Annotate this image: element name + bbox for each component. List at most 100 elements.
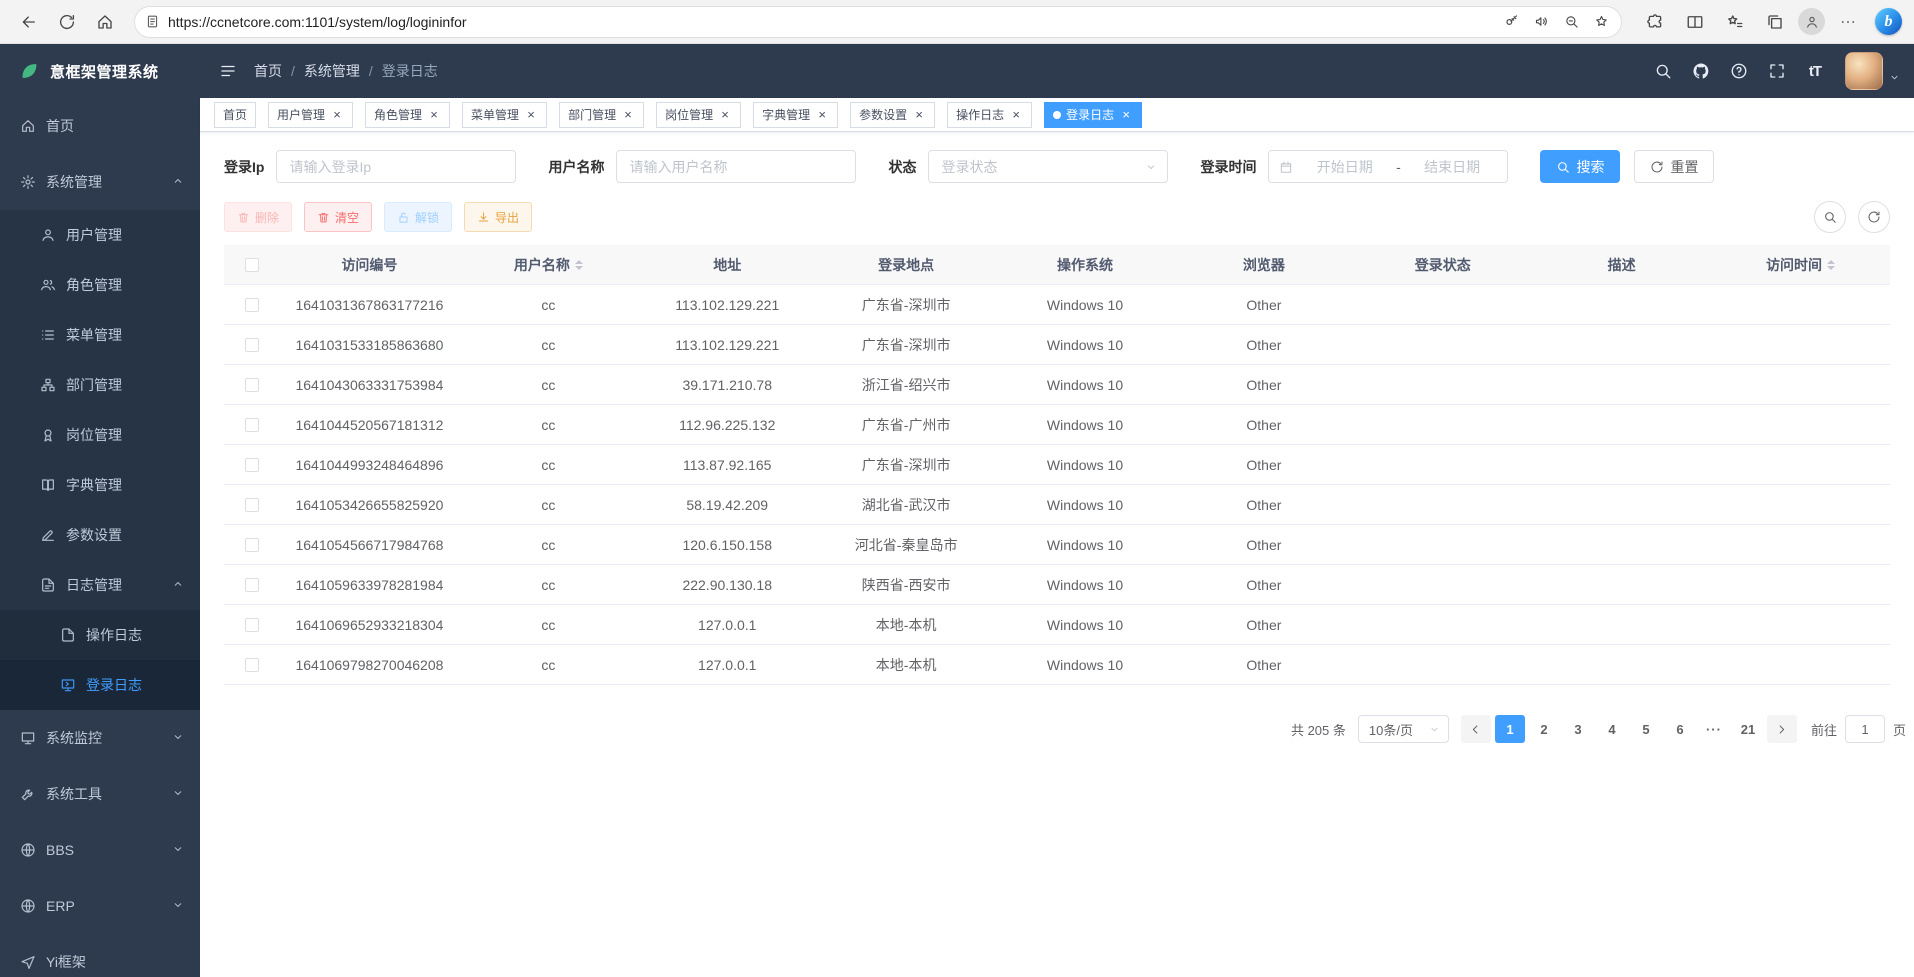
- select-all-checkbox[interactable]: [245, 258, 259, 272]
- sidebar-item-system[interactable]: 系统管理: [0, 154, 200, 210]
- clear-button[interactable]: 清空: [304, 202, 372, 232]
- extensions-icon[interactable]: [1638, 5, 1672, 39]
- tab-config[interactable]: 参数设置×: [850, 102, 935, 128]
- sidebar-item-yiframe[interactable]: Yi框架: [0, 934, 200, 977]
- tab-home[interactable]: 首页: [214, 102, 256, 128]
- browser-menu-icon[interactable]: [1831, 5, 1865, 39]
- sidebar-item-role[interactable]: 角色管理: [0, 260, 200, 310]
- row-checkbox[interactable]: [245, 458, 259, 472]
- page-button-3[interactable]: 3: [1563, 715, 1593, 743]
- page-button-5[interactable]: 5: [1631, 715, 1661, 743]
- table-row[interactable]: 1641059633978281984cc222.90.130.18陕西省-西安…: [224, 565, 1890, 605]
- browser-profile-avatar[interactable]: [1798, 8, 1825, 35]
- tab-close-icon[interactable]: ×: [427, 108, 441, 122]
- tab-close-icon[interactable]: ×: [330, 108, 344, 122]
- row-checkbox[interactable]: [245, 298, 259, 312]
- column-header-user[interactable]: 用户名称: [459, 245, 638, 284]
- tab-close-icon[interactable]: ×: [621, 108, 635, 122]
- table-row[interactable]: 1641044520567181312cc112.96.225.132广东省-广…: [224, 405, 1890, 445]
- zoom-out-icon[interactable]: [1557, 8, 1585, 36]
- tab-operlog[interactable]: 操作日志×: [947, 102, 1032, 128]
- sidebar-item-home[interactable]: 首页: [0, 98, 200, 154]
- page-size-select[interactable]: 10条/页: [1358, 715, 1449, 743]
- url-text[interactable]: https://ccnetcore.com:1101/system/log/lo…: [168, 14, 467, 30]
- status-select[interactable]: 登录状态: [928, 150, 1168, 183]
- table-row[interactable]: 1641069798270046208cc127.0.0.1本地-本机Windo…: [224, 645, 1890, 685]
- breadcrumb-item-system[interactable]: 系统管理: [304, 61, 360, 81]
- sidebar-item-operlog[interactable]: 操作日志: [0, 610, 200, 660]
- delete-button[interactable]: 删除: [224, 202, 292, 232]
- tab-user[interactable]: 用户管理×: [268, 102, 353, 128]
- sidebar-item-post[interactable]: 岗位管理: [0, 410, 200, 460]
- username-input[interactable]: [616, 150, 856, 183]
- page-button-6[interactable]: 6: [1665, 715, 1695, 743]
- tab-role[interactable]: 角色管理×: [365, 102, 450, 128]
- user-menu-caret-icon[interactable]: [1889, 70, 1900, 88]
- breadcrumb-item-home[interactable]: 首页: [254, 61, 282, 81]
- sidebar-item-dict[interactable]: 字典管理: [0, 460, 200, 510]
- browser-refresh-button[interactable]: [50, 5, 84, 39]
- table-row[interactable]: 1641054566717984768cc120.6.150.158河北省-秦皇…: [224, 525, 1890, 565]
- table-row[interactable]: 1641069652933218304cc127.0.0.1本地-本机Windo…: [224, 605, 1890, 645]
- table-row[interactable]: 1641031533185863680cc113.102.129.221广东省-…: [224, 325, 1890, 365]
- user-avatar[interactable]: [1845, 52, 1883, 90]
- refresh-table-icon[interactable]: [1858, 201, 1890, 233]
- sidebar-item-dept[interactable]: 部门管理: [0, 360, 200, 410]
- header-search-icon[interactable]: [1645, 53, 1681, 89]
- tab-close-icon[interactable]: ×: [815, 108, 829, 122]
- sidebar-item-log[interactable]: 日志管理: [0, 560, 200, 610]
- prev-page-button[interactable]: [1461, 715, 1491, 743]
- goto-page-input[interactable]: [1845, 715, 1885, 743]
- row-checkbox[interactable]: [245, 338, 259, 352]
- tab-close-icon[interactable]: ×: [1119, 108, 1133, 122]
- sidebar-item-monitor[interactable]: 系统监控: [0, 710, 200, 766]
- table-row[interactable]: 1641053426655825920cc58.19.42.209湖北省-武汉市…: [224, 485, 1890, 525]
- github-icon[interactable]: [1683, 53, 1719, 89]
- browser-home-button[interactable]: [88, 5, 122, 39]
- copilot-bing-icon[interactable]: b: [1875, 8, 1902, 35]
- page-button-21[interactable]: 21: [1733, 715, 1763, 743]
- read-aloud-icon[interactable]: [1527, 8, 1555, 36]
- row-checkbox[interactable]: [245, 658, 259, 672]
- table-row[interactable]: 1641044993248464896cc113.87.92.165广东省-深圳…: [224, 445, 1890, 485]
- table-row[interactable]: 1641043063331753984cc39.171.210.78浙江省-绍兴…: [224, 365, 1890, 405]
- sidebar-item-bbs[interactable]: BBS: [0, 822, 200, 878]
- tab-close-icon[interactable]: ×: [718, 108, 732, 122]
- row-checkbox[interactable]: [245, 618, 259, 632]
- sidebar-item-menu[interactable]: 菜单管理: [0, 310, 200, 360]
- fullscreen-icon[interactable]: [1759, 53, 1795, 89]
- more-pages-button[interactable]: ···: [1699, 715, 1729, 743]
- password-key-icon[interactable]: [1497, 8, 1525, 36]
- favorite-star-icon[interactable]: [1587, 8, 1615, 36]
- login-time-range-picker[interactable]: 开始日期 - 结束日期: [1268, 150, 1508, 183]
- page-button-2[interactable]: 2: [1529, 715, 1559, 743]
- browser-address-bar[interactable]: https://ccnetcore.com:1101/system/log/lo…: [134, 6, 1622, 38]
- export-button[interactable]: 导出: [464, 202, 532, 232]
- sidebar-item-logininfor[interactable]: 登录日志: [0, 660, 200, 710]
- login-ip-input[interactable]: [276, 150, 516, 183]
- font-size-icon[interactable]: tT: [1797, 53, 1833, 89]
- favorites-icon[interactable]: [1718, 5, 1752, 39]
- page-button-1[interactable]: 1: [1495, 715, 1525, 743]
- row-checkbox[interactable]: [245, 498, 259, 512]
- tab-close-icon[interactable]: ×: [1009, 108, 1023, 122]
- tab-post[interactable]: 岗位管理×: [656, 102, 741, 128]
- tab-dict[interactable]: 字典管理×: [753, 102, 838, 128]
- sort-icon[interactable]: [1827, 260, 1835, 270]
- row-checkbox[interactable]: [245, 418, 259, 432]
- site-info-icon[interactable]: [145, 14, 160, 29]
- toggle-search-icon[interactable]: [1814, 201, 1846, 233]
- tab-dept[interactable]: 部门管理×: [559, 102, 644, 128]
- sidebar-item-config[interactable]: 参数设置: [0, 510, 200, 560]
- reset-button[interactable]: 重置: [1634, 150, 1714, 183]
- sidebar-item-user[interactable]: 用户管理: [0, 210, 200, 260]
- tab-close-icon[interactable]: ×: [912, 108, 926, 122]
- table-row[interactable]: 1641031367863177216cc113.102.129.221广东省-…: [224, 285, 1890, 325]
- sidebar-item-erp[interactable]: ERP: [0, 878, 200, 934]
- column-header-time[interactable]: 访问时间: [1711, 245, 1890, 284]
- sort-icon[interactable]: [575, 260, 583, 270]
- row-checkbox[interactable]: [245, 378, 259, 392]
- unlock-button[interactable]: 解锁: [384, 202, 452, 232]
- page-button-4[interactable]: 4: [1597, 715, 1627, 743]
- collections-icon[interactable]: [1758, 5, 1792, 39]
